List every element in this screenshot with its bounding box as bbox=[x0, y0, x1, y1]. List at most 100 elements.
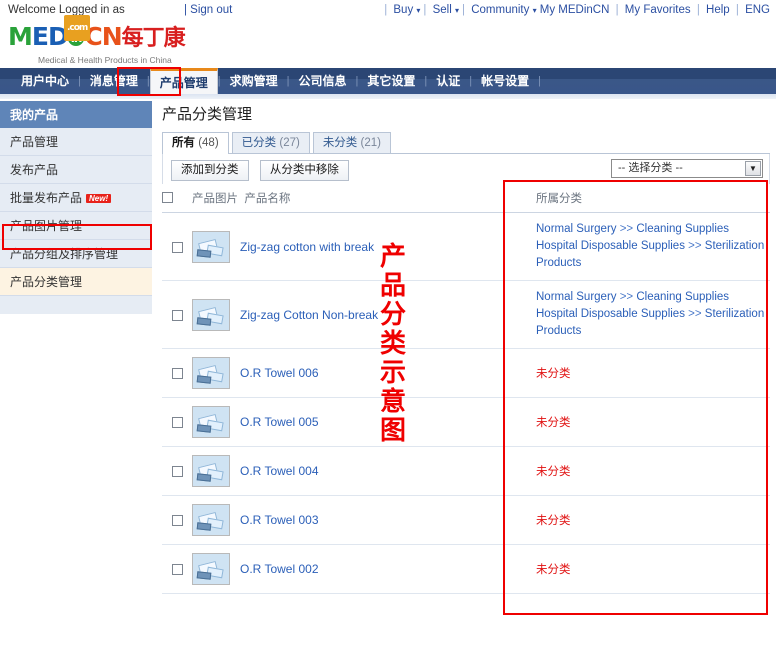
page-title: 产品分类管理 bbox=[162, 106, 253, 123]
sidebar-item-label: 产品管理 bbox=[10, 135, 59, 149]
sidebar-item-1[interactable]: 产品管理 bbox=[0, 128, 152, 156]
top-nav-item-eng[interactable]: ENG bbox=[742, 4, 770, 16]
row-select-cell bbox=[162, 280, 192, 349]
product-name-link[interactable]: O.R Towel 004 bbox=[240, 464, 319, 478]
top-utility-bar: Welcome Logged in as | Sign out | Buy ▾ |… bbox=[0, 0, 776, 20]
row-select-cell bbox=[162, 212, 192, 281]
main-nav-bar: 用户中心 | 消息管理 | 产品管理 | 求购管理 | 公司信息 | 其它设置 | 认证 | 帐号设置 | bbox=[0, 68, 776, 94]
new-badge: New! bbox=[86, 194, 112, 203]
product-thumbnail[interactable] bbox=[192, 230, 230, 263]
sidebar-item-label: 发布产品 bbox=[10, 163, 59, 177]
sidebar: 我的产品 产品管理 发布产品 批量发布产品 New! 产品图片管理 产品分组及排序管理 产品… bbox=[0, 101, 152, 314]
uncategorized-label: 未分类 bbox=[536, 564, 571, 576]
main-nav-item-5[interactable]: 公司信息 bbox=[290, 68, 356, 94]
annotation-char: 产 bbox=[379, 242, 406, 272]
row-checkbox[interactable] bbox=[171, 417, 183, 429]
product-thumbnail[interactable] bbox=[192, 298, 230, 331]
header-name-label: 产品名称 bbox=[244, 193, 291, 205]
main-nav-item-8[interactable]: 帐号设置 bbox=[472, 68, 538, 94]
row-checkbox[interactable] bbox=[171, 564, 183, 576]
sidebar-item-6[interactable]: 产品分类管理 bbox=[0, 268, 152, 296]
tab-label: 所有 bbox=[172, 137, 199, 149]
row-checkbox[interactable] bbox=[171, 466, 183, 478]
table-row: O.R Towel 002 未分类 bbox=[162, 544, 770, 594]
tab-2[interactable]: 已分类 (27) bbox=[231, 132, 310, 153]
row-checkbox[interactable] bbox=[171, 241, 183, 253]
sidebar-item-3[interactable]: 批量发布产品 New! bbox=[0, 184, 152, 212]
product-thumbnail[interactable] bbox=[192, 504, 230, 536]
tab-count: (21) bbox=[360, 137, 381, 149]
tab-3[interactable]: 未分类 (21) bbox=[312, 132, 391, 153]
product-cell: O.R Towel 002 bbox=[192, 544, 522, 594]
chevron-down-icon[interactable]: ▾ bbox=[416, 6, 420, 15]
category-cell: 未分类 bbox=[522, 544, 770, 594]
products-table: 产品图片 产品名称 所属分类 Zig-zag cotton with break… bbox=[162, 184, 770, 594]
table-row: Zig-zag Cotton Non-break Normal Surgery >… bbox=[162, 280, 770, 349]
sidebar-item-2[interactable]: 发布产品 bbox=[0, 156, 152, 184]
product-name-link[interactable]: Zig-zag Cotton Non-break bbox=[240, 308, 378, 322]
product-name-link[interactable]: O.R Towel 002 bbox=[240, 562, 319, 576]
sidebar-item-label: 产品图片管理 bbox=[10, 219, 83, 233]
chevron-down-icon[interactable]: ▾ bbox=[455, 6, 459, 15]
table-row: Zig-zag cotton with break Normal Surgery … bbox=[162, 212, 770, 281]
products-table-body: Zig-zag cotton with break Normal Surgery … bbox=[162, 212, 770, 594]
table-row: O.R Towel 003 未分类 bbox=[162, 495, 770, 545]
main-nav-item-4[interactable]: 求购管理 bbox=[221, 68, 287, 94]
chevron-down-icon[interactable]: ▼ bbox=[745, 161, 761, 176]
row-select-cell bbox=[162, 446, 192, 496]
sidebar-item-4[interactable]: 产品图片管理 bbox=[0, 212, 152, 240]
product-name-link[interactable]: O.R Towel 003 bbox=[240, 513, 319, 527]
site-logo[interactable]: MEDinCN每丁康 .com Medical & Health Product… bbox=[8, 15, 186, 65]
sidebar-item-5[interactable]: 产品分组及排序管理 bbox=[0, 240, 152, 268]
logo-part-cjk: 每丁康 bbox=[121, 26, 186, 51]
main-nav-item-2[interactable]: 消息管理 bbox=[81, 68, 147, 94]
uncategorized-label: 未分类 bbox=[536, 368, 571, 380]
top-nav-item-my-favorites[interactable]: My Favorites bbox=[622, 4, 694, 16]
main-nav-separator: | bbox=[538, 75, 541, 87]
main-nav-item-6[interactable]: 其它设置 bbox=[358, 68, 424, 94]
remove-from-category-button[interactable]: 从分类中移除 bbox=[259, 160, 349, 181]
category-path-link[interactable]: Normal Surgery >> Cleaning Supplies bbox=[536, 221, 770, 238]
annotation-char: 分 bbox=[379, 300, 406, 330]
tab-label: 未分类 bbox=[322, 137, 361, 149]
category-cell: 未分类 bbox=[522, 446, 770, 496]
product-thumbnail[interactable] bbox=[192, 357, 230, 389]
select-all-checkbox[interactable] bbox=[162, 192, 173, 204]
product-thumbnail[interactable] bbox=[192, 406, 230, 438]
top-nav-separator: | bbox=[696, 4, 700, 16]
path-separator: >> bbox=[619, 223, 634, 235]
category-select[interactable]: -- 选择分类 -- ▼ bbox=[611, 159, 763, 178]
content-area: 产品分类管理 所有 (48) 已分类 (27) 未分类 (21) 添加到分类 从分类… bbox=[162, 103, 770, 594]
top-nav-separator: | bbox=[423, 4, 427, 16]
top-nav-item-sell[interactable]: Sell bbox=[429, 4, 455, 16]
main-nav-item-7[interactable]: 认证 bbox=[427, 68, 469, 94]
top-nav-separator: | bbox=[384, 4, 388, 16]
product-thumbnail[interactable] bbox=[192, 455, 230, 487]
category-cell: Normal Surgery >> Cleaning Supplies Hospi… bbox=[522, 212, 770, 281]
row-checkbox[interactable] bbox=[171, 368, 183, 380]
top-nav-item-buy[interactable]: Buy bbox=[390, 4, 416, 16]
main-nav-item-1[interactable]: 用户中心 bbox=[12, 68, 78, 94]
category-path-link[interactable]: Hospital Disposable Supplies >> Steriliz… bbox=[536, 238, 770, 272]
product-thumbnail[interactable] bbox=[192, 553, 230, 585]
product-name-link[interactable]: O.R Towel 005 bbox=[240, 415, 319, 429]
row-checkbox[interactable] bbox=[171, 515, 183, 527]
top-nav-item-my-medincn[interactable]: My MEDinCN bbox=[537, 4, 613, 16]
top-nav-item-community[interactable]: Community bbox=[468, 4, 533, 16]
row-checkbox[interactable] bbox=[171, 309, 183, 321]
top-nav-item-help[interactable]: Help bbox=[703, 4, 733, 16]
main-nav-item-3[interactable]: 产品管理 bbox=[149, 68, 218, 94]
category-path-link[interactable]: Hospital Disposable Supplies >> Steriliz… bbox=[536, 306, 770, 340]
top-nav-separator: | bbox=[615, 4, 619, 16]
product-name-link[interactable]: Zig-zag cotton with break bbox=[240, 240, 374, 254]
uncategorized-label: 未分类 bbox=[536, 515, 571, 527]
category-cell: 未分类 bbox=[522, 397, 770, 447]
add-to-category-button[interactable]: 添加到分类 bbox=[171, 160, 249, 181]
sign-out-link[interactable]: | Sign out bbox=[184, 4, 232, 16]
product-cell: O.R Towel 005 bbox=[192, 397, 522, 447]
product-name-link[interactable]: O.R Towel 006 bbox=[240, 366, 319, 380]
tab-1[interactable]: 所有 (48) bbox=[162, 132, 229, 154]
category-path-link[interactable]: Normal Surgery >> Cleaning Supplies bbox=[536, 289, 770, 306]
category-column-header: 所属分类 bbox=[522, 184, 770, 213]
top-nav: | Buy ▾ | Sell ▾ | Community ▾ My MEDinCN … bbox=[381, 4, 770, 16]
